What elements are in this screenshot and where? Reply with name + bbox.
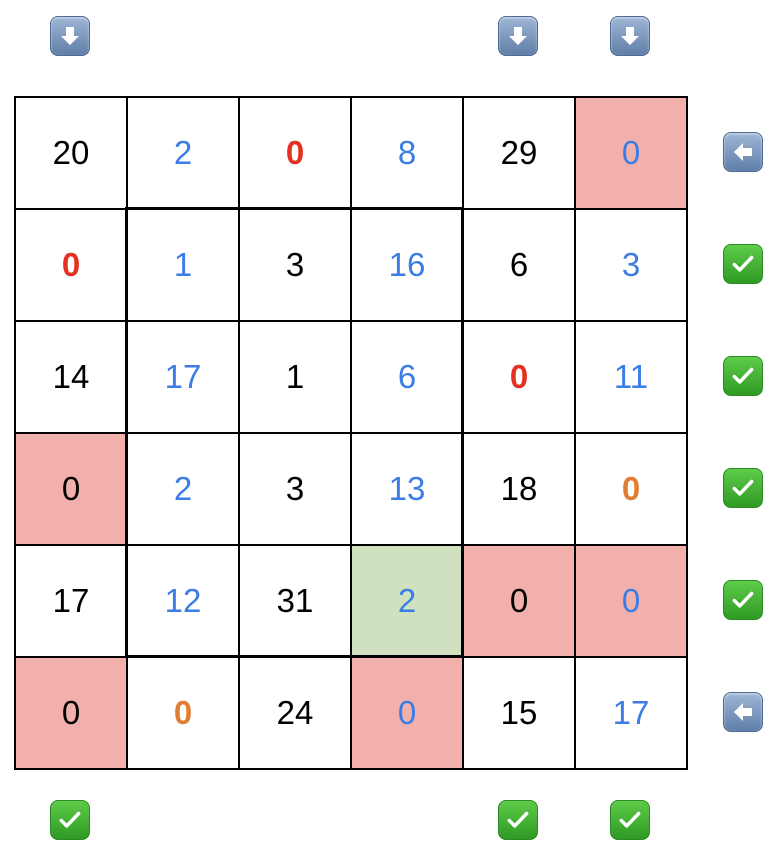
grid-cell-r0-c2[interactable]: 0 <box>240 98 352 210</box>
grid-cell-r3-c2[interactable]: 3 <box>240 434 352 546</box>
grid-cell-r3-c0[interactable]: 0 <box>16 434 128 546</box>
grid-cell-r2-c0[interactable]: 14 <box>16 322 128 434</box>
check-mark-icon[interactable] <box>723 356 763 396</box>
grid-cell-r3-c3[interactable]: 13 <box>352 434 464 546</box>
grid-cell-r1-c3[interactable]: 16 <box>352 210 464 322</box>
down-arrow-icon[interactable] <box>50 16 90 56</box>
grid-cell-r0-c3[interactable]: 8 <box>352 98 464 210</box>
left-arrow-icon[interactable] <box>723 692 763 732</box>
grid-cell-r5-c2[interactable]: 24 <box>240 658 352 770</box>
grid-cell-r1-c2[interactable]: 3 <box>240 210 352 322</box>
grid-cell-r1-c1[interactable]: 1 <box>128 210 240 322</box>
grid-cell-r2-c4[interactable]: 0 <box>464 322 576 434</box>
down-arrow-icon[interactable] <box>498 16 538 56</box>
grid-cell-r5-c0[interactable]: 0 <box>16 658 128 770</box>
grid-cell-r2-c2[interactable]: 1 <box>240 322 352 434</box>
left-arrow-icon[interactable] <box>723 132 763 172</box>
grid-cell-r4-c5[interactable]: 0 <box>576 546 688 658</box>
check-mark-icon[interactable] <box>723 580 763 620</box>
grid-cell-r0-c1[interactable]: 2 <box>128 98 240 210</box>
grid-cell-r4-c3[interactable]: 2 <box>352 546 464 658</box>
grid-cell-r2-c1[interactable]: 17 <box>128 322 240 434</box>
grid-cell-r5-c3[interactable]: 0 <box>352 658 464 770</box>
grid-cell-r1-c0[interactable]: 0 <box>16 210 128 322</box>
grid-cell-r0-c5[interactable]: 0 <box>576 98 688 210</box>
grid-cell-r3-c4[interactable]: 18 <box>464 434 576 546</box>
grid-cell-r4-c2[interactable]: 31 <box>240 546 352 658</box>
grid-cell-r0-c0[interactable]: 20 <box>16 98 128 210</box>
number-grid: 20 2 0 8 29 0 0 1 3 16 6 3 14 17 1 6 0 11 0 2 3 13 18 0 17 12 31 2 0… <box>14 96 688 770</box>
grid-cell-r2-c3[interactable]: 6 <box>352 322 464 434</box>
grid-cell-r0-c4[interactable]: 29 <box>464 98 576 210</box>
grid-cell-r3-c1[interactable]: 2 <box>128 434 240 546</box>
grid-cell-r2-c5[interactable]: 11 <box>576 322 688 434</box>
check-mark-icon[interactable] <box>498 800 538 840</box>
grid-cell-r4-c4[interactable]: 0 <box>464 546 576 658</box>
grid-cell-r4-c0[interactable]: 17 <box>16 546 128 658</box>
check-mark-icon[interactable] <box>723 244 763 284</box>
check-mark-icon[interactable] <box>610 800 650 840</box>
grid-cell-r4-c1[interactable]: 12 <box>128 546 240 658</box>
grid-cell-r1-c4[interactable]: 6 <box>464 210 576 322</box>
grid-cell-r1-c5[interactable]: 3 <box>576 210 688 322</box>
down-arrow-icon[interactable] <box>610 16 650 56</box>
grid-cell-r3-c5[interactable]: 0 <box>576 434 688 546</box>
grid-cell-r5-c1[interactable]: 0 <box>128 658 240 770</box>
check-mark-icon[interactable] <box>723 468 763 508</box>
grid-cell-r5-c4[interactable]: 15 <box>464 658 576 770</box>
check-mark-icon[interactable] <box>50 800 90 840</box>
grid-cell-r5-c5[interactable]: 17 <box>576 658 688 770</box>
